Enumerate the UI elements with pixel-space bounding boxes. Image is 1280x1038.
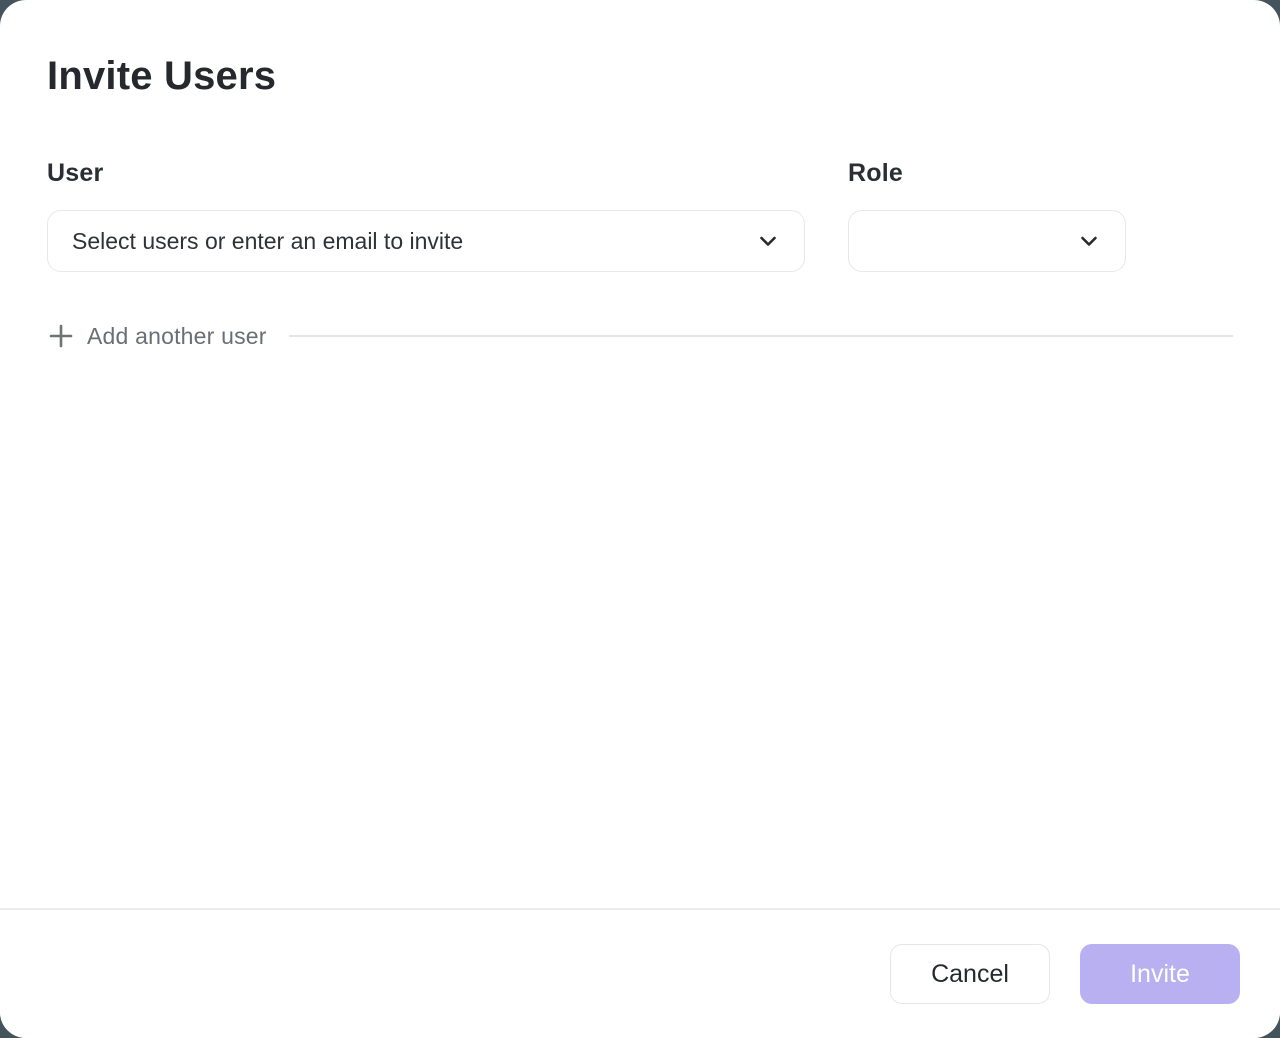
user-select-value: Select users or enter an email to invite — [72, 228, 756, 255]
cancel-button[interactable]: Cancel — [890, 944, 1050, 1004]
user-field-label: User — [47, 159, 805, 188]
horizontal-divider — [289, 335, 1233, 337]
page-title: Invite Users — [47, 54, 1233, 99]
chevron-down-icon — [1077, 229, 1101, 253]
invite-button[interactable]: Invite — [1080, 944, 1240, 1004]
add-user-row: Add another user — [47, 316, 1233, 356]
role-field-group: Role — [848, 159, 1126, 272]
invite-form-row: User Select users or enter an email to i… — [47, 159, 1233, 272]
modal-content: Invite Users User Select users or enter … — [0, 0, 1280, 908]
add-another-user-button[interactable]: Add another user — [47, 316, 267, 356]
plus-icon — [47, 322, 75, 350]
role-select[interactable] — [848, 210, 1126, 272]
user-select[interactable]: Select users or enter an email to invite — [47, 210, 805, 272]
role-field-label: Role — [848, 159, 1126, 188]
invite-users-modal: Invite Users User Select users or enter … — [0, 0, 1280, 1038]
chevron-down-icon — [756, 229, 780, 253]
add-another-user-label: Add another user — [87, 323, 267, 350]
user-field-group: User Select users or enter an email to i… — [47, 159, 805, 272]
modal-footer: Cancel Invite — [0, 908, 1280, 1038]
